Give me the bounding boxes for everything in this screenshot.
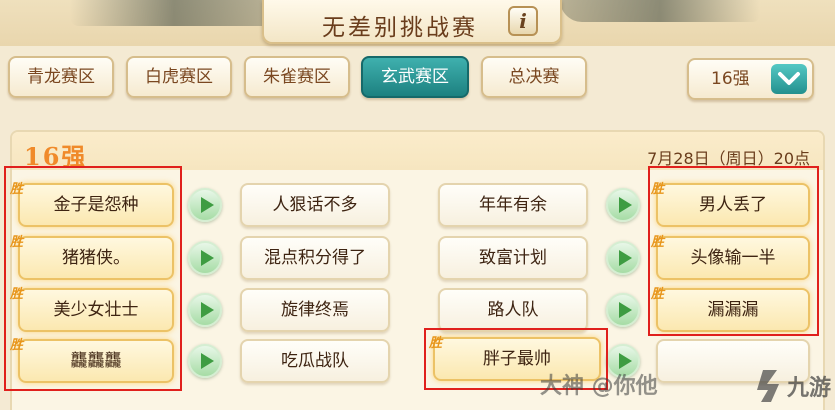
play-replay-icon[interactable] [606, 188, 640, 222]
play-replay-icon[interactable] [606, 293, 640, 327]
tab-baihu[interactable]: 白虎赛区 [126, 56, 232, 98]
watermark: 大神 @你他 [540, 374, 658, 399]
team-card[interactable]: 路人队 [438, 288, 588, 332]
play-replay-icon[interactable] [188, 241, 222, 275]
ink-decoration-right [560, 0, 760, 22]
play-replay-icon[interactable] [606, 241, 640, 275]
page-title: 无差别挑战赛 [322, 15, 478, 41]
team-card[interactable]: 年年有余 [438, 183, 588, 227]
team-card[interactable]: 人狠话不多 [240, 183, 390, 227]
highlight-box [4, 166, 182, 391]
play-replay-icon[interactable] [188, 344, 222, 378]
play-replay-icon[interactable] [188, 293, 222, 327]
round-select[interactable]: 16强 [687, 58, 814, 100]
highlight-box [648, 166, 819, 336]
logo: 九游 [755, 366, 831, 406]
team-card[interactable]: 致富计划 [438, 236, 588, 280]
play-replay-icon[interactable] [188, 188, 222, 222]
team-card[interactable]: 混点积分得了 [240, 236, 390, 280]
tab-qinglong[interactable]: 青龙赛区 [8, 56, 114, 98]
info-icon[interactable]: i [508, 6, 538, 36]
tab-zhuque[interactable]: 朱雀赛区 [244, 56, 350, 98]
logo-text: 九游 [787, 376, 832, 401]
tab-final[interactable]: 总决赛 [481, 56, 587, 98]
team-card[interactable]: 吃瓜战队 [240, 339, 390, 383]
round-select-value: 16强 [711, 69, 750, 89]
tab-xuanwu[interactable]: 玄武赛区 [361, 56, 469, 98]
nine-game-logo-icon [757, 370, 779, 402]
team-card[interactable]: 旋律终焉 [240, 288, 390, 332]
chevron-down-icon[interactable] [771, 64, 807, 94]
